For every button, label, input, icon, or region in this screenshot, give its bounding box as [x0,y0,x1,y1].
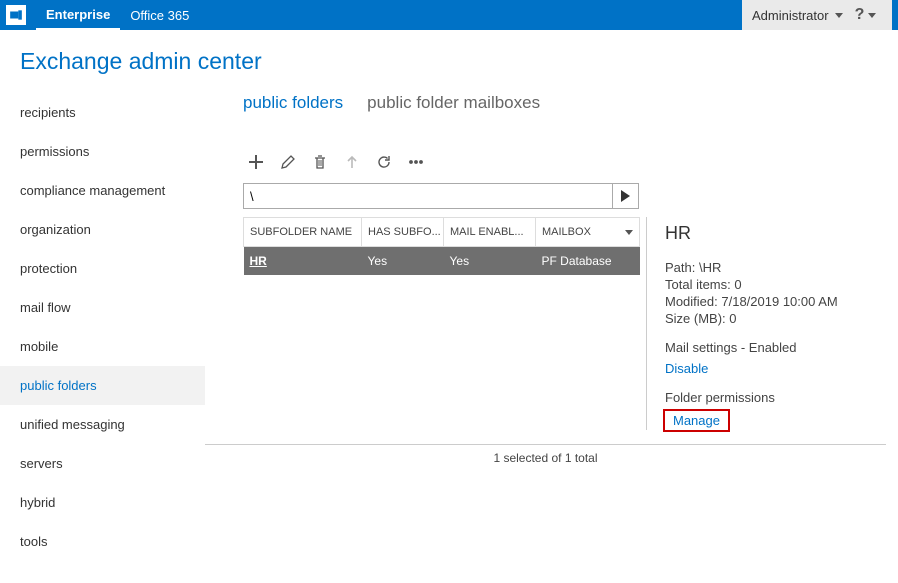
edit-button[interactable] [279,153,297,171]
sidebar-item-tools[interactable]: tools [0,522,205,561]
tab-office365[interactable]: Office 365 [120,2,199,29]
office-logo-icon [6,5,26,25]
page-title: Exchange admin center [0,30,898,93]
sidebar-item-servers[interactable]: servers [0,444,205,483]
status-bar: 1 selected of 1 total [205,444,886,465]
sub-nav: public folders public folder mailboxes [243,93,886,113]
help-dropdown[interactable]: ? [855,6,877,24]
up-arrow-button[interactable] [343,153,361,171]
cell-mailbox: PF Database [536,247,640,276]
col-subfolder-name[interactable]: SUBFOLDER NAME [244,218,362,247]
col-mailbox-label: MAILBOX [542,226,591,238]
sidebar-item-hybrid[interactable]: hybrid [0,483,205,522]
sidebar-item-mobile[interactable]: mobile [0,327,205,366]
details-pane: HR Path: \HR Total items: 0 Modified: 7/… [646,217,886,430]
go-button[interactable] [613,183,639,209]
main-panel: public folders public folder mailboxes S [205,93,898,561]
sidebar: recipients permissions compliance manage… [0,93,205,561]
chevron-down-icon [868,13,876,18]
sidebar-item-public-folders[interactable]: public folders [0,366,205,405]
manage-link[interactable]: Manage [665,411,728,430]
sidebar-item-protection[interactable]: protection [0,249,205,288]
top-bar: Enterprise Office 365 Administrator ? [0,0,898,30]
mail-settings-label: Mail settings - Enabled [665,340,886,355]
folder-permissions-label: Folder permissions [665,390,886,405]
path-row [243,183,886,209]
sidebar-item-recipients[interactable]: recipients [0,93,205,132]
col-has-subfolders[interactable]: HAS SUBFO... [362,218,444,247]
col-mail-enabled[interactable]: MAIL ENABL... [444,218,536,247]
sidebar-item-compliance[interactable]: compliance management [0,171,205,210]
chevron-down-icon [835,13,843,18]
table-row[interactable]: HR Yes Yes PF Database [244,247,640,276]
subnav-public-folders[interactable]: public folders [243,93,343,113]
details-path: Path: \HR [665,260,886,275]
sidebar-item-organization[interactable]: organization [0,210,205,249]
add-button[interactable] [247,153,265,171]
help-icon: ? [855,6,865,24]
administrator-label: Administrator [752,8,829,23]
cell-name: HR [244,247,362,276]
disable-link[interactable]: Disable [665,361,708,376]
details-total-items: Total items: 0 [665,277,886,292]
administrator-dropdown[interactable]: Administrator [752,8,843,23]
cell-mail-enabled: Yes [444,247,536,276]
sidebar-item-permissions[interactable]: permissions [0,132,205,171]
cell-has-subfolders: Yes [362,247,444,276]
subnav-public-folder-mailboxes[interactable]: public folder mailboxes [367,93,540,113]
sidebar-item-unified-messaging[interactable]: unified messaging [0,405,205,444]
refresh-button[interactable] [375,153,393,171]
toolbar [243,153,886,171]
details-title: HR [665,223,886,244]
sidebar-item-mailflow[interactable]: mail flow [0,288,205,327]
topbar-right: Administrator ? [742,0,892,30]
details-modified: Modified: 7/18/2019 10:00 AM [665,294,886,309]
col-mailbox[interactable]: MAILBOX [536,218,640,247]
chevron-down-icon [625,230,633,235]
more-button[interactable] [407,153,425,171]
details-size: Size (MB): 0 [665,311,886,326]
delete-button[interactable] [311,153,329,171]
path-input[interactable] [243,183,613,209]
folder-table: SUBFOLDER NAME HAS SUBFO... MAIL ENABL..… [243,217,640,430]
tab-enterprise[interactable]: Enterprise [36,1,120,30]
